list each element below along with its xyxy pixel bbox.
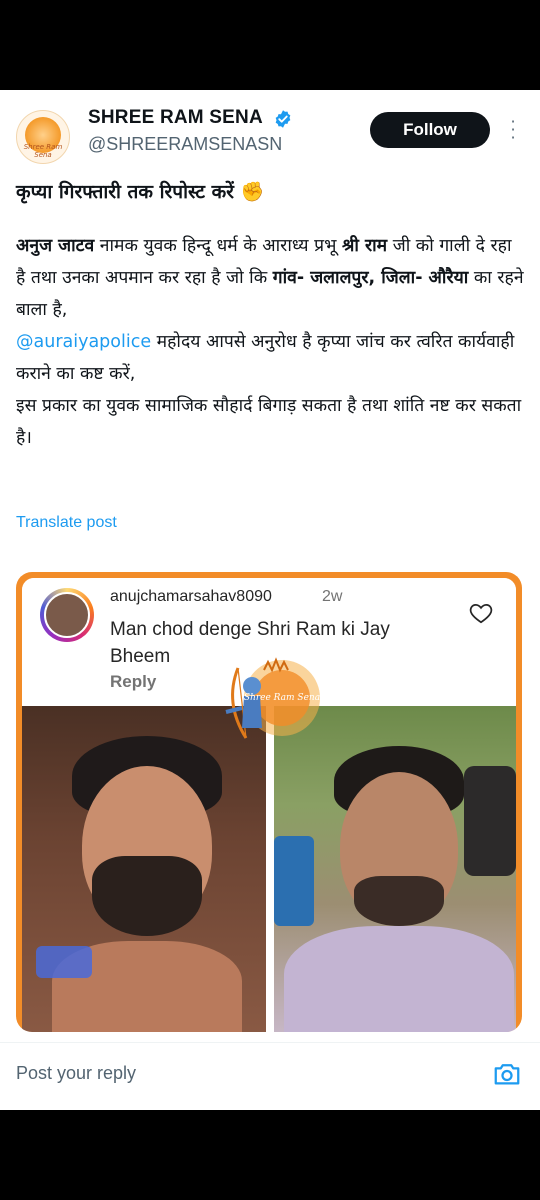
heart-icon <box>469 604 493 624</box>
post-text: कृप्या गिरफ्तारी तक रिपोस्ट करें ✊ अनुज … <box>16 178 526 454</box>
comment-reply: Reply <box>110 672 157 691</box>
translate-post-link[interactable]: Translate post <box>16 514 117 532</box>
commenter-username: anujchamarsahav8090 <box>110 588 272 605</box>
more-options-icon[interactable]: · · · <box>508 114 518 146</box>
bold-deity: श्री राम <box>341 236 388 256</box>
commenter-avatar <box>40 588 94 642</box>
post-media[interactable]: anujchamarsahav8090 2w Man chod denge Sh… <box>16 572 522 1032</box>
post-body: अनुज जाटव नामक युवक हिन्दू धर्म के आराध्… <box>16 230 526 454</box>
account-name[interactable]: SHREE RAM SENA <box>88 107 263 129</box>
account-handle[interactable]: @SHREERAMSENASN <box>88 134 282 155</box>
camera-icon[interactable] <box>492 1059 522 1089</box>
reply-bar: Post your reply <box>0 1042 540 1110</box>
mention-link[interactable]: @auraiyapolice <box>16 332 151 352</box>
reply-input[interactable]: Post your reply <box>16 1063 136 1084</box>
status-bar <box>0 0 540 90</box>
logo-text: Shree Ram Sena <box>244 693 320 703</box>
text-segment: नामक युवक हिन्दू धर्म के आराध्य प्रभू <box>94 236 342 256</box>
comment-time: 2w <box>322 588 343 605</box>
follow-button[interactable]: Follow <box>370 112 490 148</box>
verified-badge-icon <box>275 110 291 128</box>
bold-name: अनुज जाटव <box>16 236 95 256</box>
post-headline: कृप्या गिरफ्तारी तक रिपोस्ट करें ✊ <box>16 181 265 203</box>
avatar[interactable]: Shree Ram Sena <box>16 110 70 164</box>
media-image: anujchamarsahav8090 2w Man chod denge Sh… <box>22 578 516 1032</box>
navigation-bar <box>0 1110 540 1200</box>
post-header: Shree Ram Sena SHREE RAM SENA @SHREERAMS… <box>0 90 540 170</box>
post-detail: Shree Ram Sena SHREE RAM SENA @SHREERAMS… <box>0 90 540 1110</box>
photo-right <box>274 706 516 1032</box>
photo-left <box>22 706 266 1032</box>
bold-location: गांव- जलालपुर, जिला- औरैया <box>272 268 469 288</box>
shree-ram-sena-logo: Shree Ram Sena <box>225 657 320 739</box>
text-segment: इस प्रकार का युवक सामाजिक सौहार्द बिगाड़… <box>16 396 522 448</box>
avatar-text: Shree Ram Sena <box>23 143 63 159</box>
